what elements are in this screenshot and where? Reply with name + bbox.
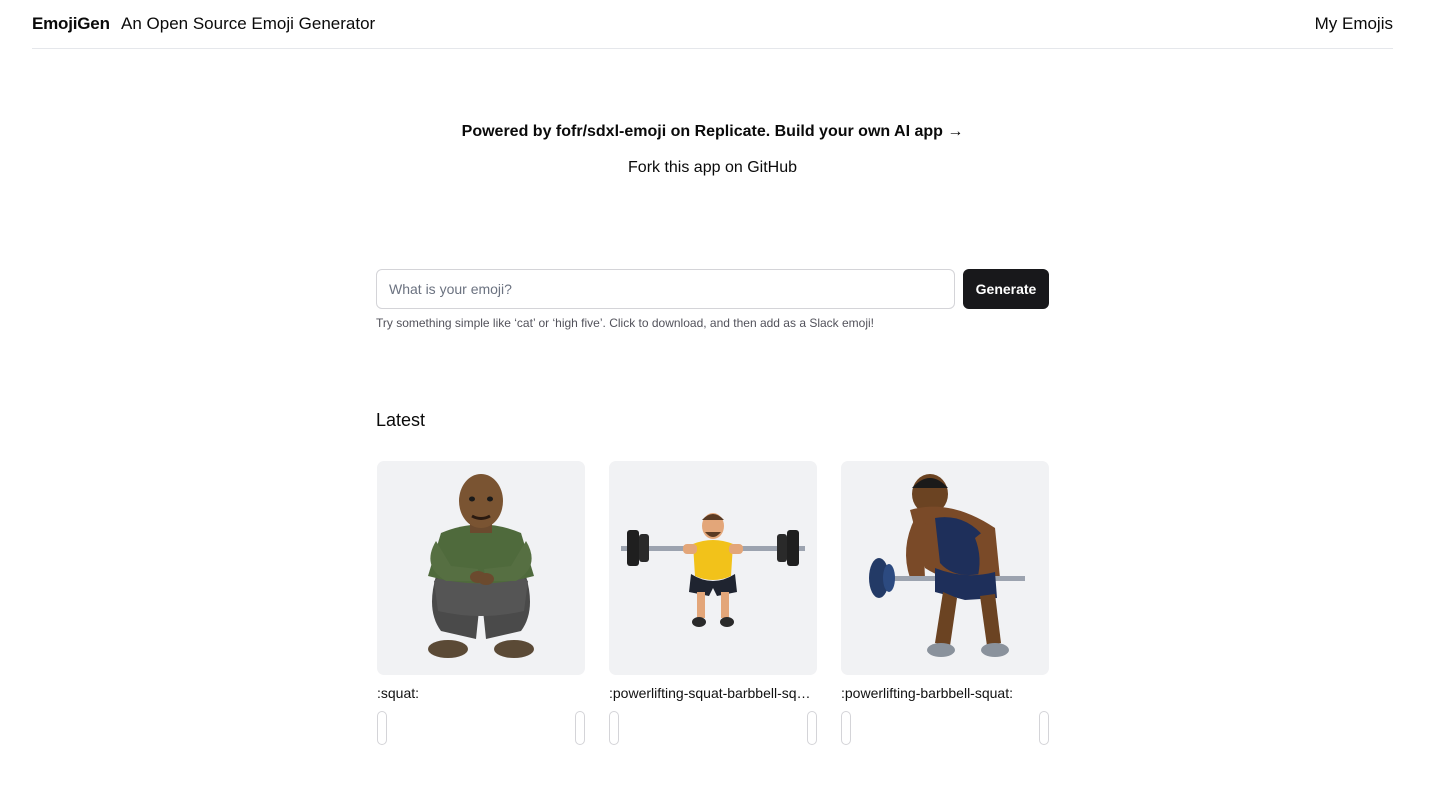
emoji-action-button[interactable]	[609, 711, 619, 745]
generate-button[interactable]: Generate	[963, 269, 1049, 309]
emoji-prompt-input[interactable]	[376, 269, 955, 309]
emoji-thumbnail[interactable]	[841, 461, 1049, 675]
latest-heading: Latest	[376, 410, 426, 430]
barbell-squat-emoji	[621, 513, 805, 627]
squatting-man-emoji	[428, 473, 534, 658]
emoji-name: :squat:	[377, 685, 420, 701]
emoji-actions	[609, 711, 817, 745]
brand-logo[interactable]: EmojiGen	[32, 14, 110, 34]
fork-github-link[interactable]: Fork this app on GitHub	[0, 159, 1425, 177]
emoji-action-button[interactable]	[841, 711, 851, 745]
prompt-hint: Try something simple like ‘cat’ or ‘high…	[376, 316, 875, 330]
emoji-card: :powerlifting-barbbell-squat:	[841, 461, 1049, 745]
powered-by-link[interactable]: Powered by fofr/sdxl-emoji on Replicate.…	[0, 123, 1425, 141]
emoji-action-button[interactable]	[575, 711, 585, 745]
top-nav: EmojiGen An Open Source Emoji Generator …	[32, 0, 1393, 49]
emoji-name: :powerlifting-barbbell-squat:	[841, 685, 1013, 701]
emoji-name: :powerlifting-squat-barbbell-squat:	[609, 685, 817, 701]
emoji-thumbnail[interactable]	[377, 461, 585, 675]
emoji-actions	[377, 711, 585, 745]
emoji-card: :powerlifting-squat-barbbell-squat:	[609, 461, 817, 745]
emoji-card: :squat:	[377, 461, 585, 745]
emoji-action-button[interactable]	[807, 711, 817, 745]
emoji-action-button[interactable]	[1039, 711, 1049, 745]
my-emojis-link[interactable]: My Emojis	[1315, 14, 1393, 34]
emoji-action-button[interactable]	[377, 711, 387, 745]
emoji-thumbnail[interactable]	[609, 461, 817, 675]
barbell-row-emoji	[869, 474, 1025, 657]
emoji-actions	[841, 711, 1049, 745]
tagline: An Open Source Emoji Generator	[121, 14, 376, 33]
